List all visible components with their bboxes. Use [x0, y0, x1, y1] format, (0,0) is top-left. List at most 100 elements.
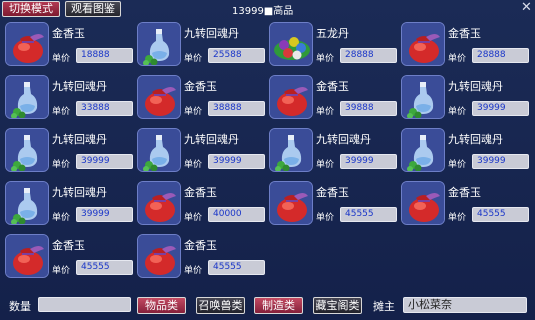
price-label: 单价 — [316, 213, 335, 223]
item-slot[interactable]: 金香玉单价 45555 — [401, 180, 529, 226]
price-label: 单价 — [316, 54, 335, 64]
item-slot[interactable]: 金香玉单价 28888 — [401, 21, 529, 67]
red-pouch-icon[interactable] — [5, 22, 49, 66]
item-slot[interactable]: 五龙丹单价 28888 — [269, 21, 397, 67]
item-name: 金香玉 — [316, 186, 349, 199]
item-name: 五龙丹 — [316, 27, 349, 40]
price-label: 单价 — [52, 107, 71, 117]
category-treasure-button[interactable]: 藏宝阁类 — [313, 297, 362, 314]
item-slot[interactable]: 九转回魂丹 单价 39999 — [137, 127, 265, 173]
price-value: 28888 — [340, 48, 397, 63]
owner-name-field: 小松菜奈 — [403, 297, 527, 313]
price-label: 单价 — [448, 54, 467, 64]
item-slot[interactable]: 九转回魂丹单价 39999 — [5, 180, 133, 226]
item-name: 九转回魂丹 — [52, 80, 107, 93]
price-value: 38888 — [208, 101, 265, 116]
price-value: 45555 — [340, 207, 397, 222]
item-slot[interactable]: 金香玉单价 45555 — [269, 180, 397, 226]
item-slot[interactable]: 金香玉单价 40000 — [137, 180, 265, 226]
item-name: 金香玉 — [52, 239, 85, 252]
potion-bottle-icon[interactable] — [401, 128, 445, 172]
category-goods-button[interactable]: 物品类 — [137, 297, 186, 314]
red-pouch-icon[interactable] — [137, 234, 181, 278]
price-value: 39888 — [340, 101, 397, 116]
potion-bottle-icon[interactable] — [269, 128, 313, 172]
item-slot[interactable]: 九转回魂丹 单价 39999 — [401, 127, 529, 173]
item-slot[interactable]: 金香玉 单价 45555 — [137, 233, 265, 279]
potion-bottle-icon[interactable] — [5, 181, 49, 225]
switch-mode-button[interactable]: 切换模式 — [2, 1, 60, 17]
dragon-pill-icon[interactable] — [269, 22, 313, 66]
item-slot[interactable]: 金香玉单价 45555 — [5, 233, 133, 279]
quantity-input[interactable] — [38, 297, 131, 312]
item-slot[interactable]: 金香玉单价 18888 — [5, 21, 133, 67]
item-slot[interactable]: 九转回魂丹单价 33888 — [5, 74, 133, 120]
item-slot[interactable]: 金香玉单价 39888 — [269, 74, 397, 120]
potion-bottle-icon[interactable] — [5, 75, 49, 119]
item-name: 九转回魂丹 — [448, 133, 503, 146]
item-name: 金香玉 — [316, 80, 349, 93]
price-value: 28888 — [472, 48, 529, 63]
potion-bottle-icon[interactable] — [5, 128, 49, 172]
item-name: 九转回魂丹 — [316, 133, 371, 146]
red-pouch-icon[interactable] — [5, 234, 49, 278]
price-label: 单价 — [316, 160, 335, 170]
stall-title: 13999■高品 — [232, 6, 294, 17]
red-pouch-icon[interactable] — [401, 181, 445, 225]
price-value: 40000 — [208, 207, 265, 222]
red-pouch-icon[interactable] — [269, 181, 313, 225]
item-name: 九转回魂丹 — [52, 186, 107, 199]
category-summon-button[interactable]: 召唤兽类 — [196, 297, 245, 314]
close-icon[interactable]: ✕ — [520, 1, 533, 14]
item-slot[interactable]: 九转回魂丹单价 39999 — [401, 74, 529, 120]
item-name: 九转回魂丹 — [448, 80, 503, 93]
item-name: 金香玉 — [448, 186, 481, 199]
price-label: 单价 — [448, 107, 467, 117]
potion-bottle-icon[interactable] — [401, 75, 445, 119]
item-name: 金香玉 — [184, 239, 217, 252]
item-name: 金香玉 — [184, 80, 217, 93]
price-value: 18888 — [76, 48, 133, 63]
price-label: 单价 — [448, 213, 467, 223]
quantity-label: 数量 — [9, 300, 31, 313]
price-label: 单价 — [184, 107, 203, 117]
price-label: 单价 — [184, 54, 203, 64]
price-value: 39999 — [472, 101, 529, 116]
price-value: 39999 — [76, 207, 133, 222]
price-label: 单价 — [184, 213, 203, 223]
price-label: 单价 — [316, 107, 335, 117]
red-pouch-icon[interactable] — [269, 75, 313, 119]
item-slot[interactable]: 九转回魂丹单价 39999 — [269, 127, 397, 173]
price-value: 39999 — [340, 154, 397, 169]
item-name: 九转回魂丹 — [184, 133, 239, 146]
owner-label: 摊主 — [373, 300, 395, 313]
item-name: 九转回魂丹 — [184, 27, 239, 40]
category-craft-button[interactable]: 制造类 — [254, 297, 303, 314]
price-value: 25588 — [208, 48, 265, 63]
red-pouch-icon[interactable] — [137, 181, 181, 225]
price-value: 39999 — [472, 154, 529, 169]
title-bar: 切换模式 观看图鉴 13999■高品 ✕ — [0, 0, 535, 18]
price-value: 45555 — [472, 207, 529, 222]
potion-bottle-icon[interactable] — [137, 128, 181, 172]
price-label: 单价 — [52, 160, 71, 170]
red-pouch-icon[interactable] — [137, 75, 181, 119]
price-value: 39999 — [76, 154, 133, 169]
price-value: 39999 — [208, 154, 265, 169]
item-slot[interactable]: 金香玉单价 38888 — [137, 74, 265, 120]
price-value: 45555 — [76, 260, 133, 275]
potion-bottle-icon[interactable] — [137, 22, 181, 66]
item-slot[interactable]: 九转回魂丹单价 25588 — [137, 21, 265, 67]
item-name: 九转回魂丹 — [52, 133, 107, 146]
item-slot[interactable]: 九转回魂丹单价 39999 — [5, 127, 133, 173]
price-label: 单价 — [52, 54, 71, 64]
item-name: 金香玉 — [52, 27, 85, 40]
price-value: 33888 — [76, 101, 133, 116]
price-label: 单价 — [52, 213, 71, 223]
view-catalog-button[interactable]: 观看图鉴 — [65, 1, 121, 17]
red-pouch-icon[interactable] — [401, 22, 445, 66]
price-label: 单价 — [184, 266, 203, 276]
item-name: 金香玉 — [448, 27, 481, 40]
item-name: 金香玉 — [184, 186, 217, 199]
price-label: 单价 — [52, 266, 71, 276]
